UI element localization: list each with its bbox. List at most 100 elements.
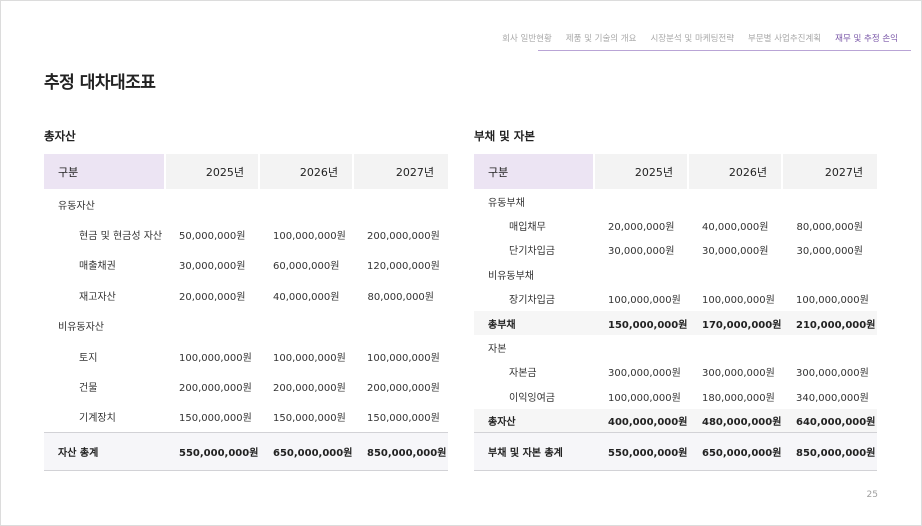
cell-value: 100,000,000원: [702, 295, 775, 307]
table-row: 재고자산 20,000,000원 40,000,000원 80,000,000원: [44, 280, 448, 310]
row-label: 자본금: [509, 368, 537, 380]
row-label: 건물: [79, 383, 98, 395]
table-row: 유동부채: [474, 189, 877, 213]
cell-value: 180,000,000원: [702, 392, 775, 404]
cell-value: [165, 189, 259, 219]
cell-value: [353, 189, 448, 219]
cell-value: 200,000,000원: [273, 383, 346, 395]
cell-value: [782, 335, 877, 359]
cell-value: 850,000,000원: [782, 432, 877, 472]
table-row: 매입채무 20,000,000원 40,000,000원 80,000,000원: [474, 213, 877, 237]
cell-value: [259, 311, 353, 341]
row-label: 장기차입금: [509, 295, 555, 307]
table-row: 장기차입금 100,000,000원 100,000,000원 100,000,000…: [474, 287, 877, 311]
cell-value: [594, 262, 688, 286]
cell-value: 650,000,000원: [688, 432, 782, 472]
table-row: 현금 및 현금성 자산 50,000,000원 100,000,000원 200,00…: [44, 219, 448, 249]
cell-value: [165, 311, 259, 341]
cell-value: 650,000,000원: [259, 431, 353, 471]
row-label: 비유동부채: [488, 270, 534, 282]
assets-table: 구분 2025년 2026년 2027년 유동자산 현금 및 현금성 자산 50,0…: [44, 154, 448, 471]
cell-value: [353, 311, 448, 341]
cell-value: 300,000,000원: [702, 368, 775, 380]
row-label: 현금 및 현금성 자산: [79, 231, 163, 243]
header-2025: 2025년: [165, 154, 260, 189]
table-header-row: 구분 2025년 2026년 2027년: [474, 154, 877, 189]
row-label: 총부채: [474, 310, 594, 336]
row-label: 총자산: [474, 408, 594, 433]
row-label: 자산 총계: [44, 431, 165, 471]
liabilities-table: 구분 2025년 2026년 2027년 유동부채 매입채무 20,000,000원…: [474, 154, 877, 472]
cell-value: 340,000,000원: [796, 392, 869, 404]
cell-value: 30,000,000원: [796, 246, 863, 258]
nav-item-market[interactable]: 시장분석 및 마케팅전략: [643, 33, 741, 45]
cell-value: 640,000,000원: [782, 408, 877, 433]
cell-value: 100,000,000원: [179, 352, 252, 364]
liabilities-section-title: 부채 및 자본: [474, 129, 535, 143]
table-row: 자본금 300,000,000원 300,000,000원 300,000,000원: [474, 360, 877, 384]
cell-value: 40,000,000원: [273, 291, 340, 303]
header-2027: 2027년: [353, 154, 448, 189]
cell-value: [782, 189, 877, 213]
cell-value: 210,000,000원: [782, 310, 877, 336]
table-row: 자본: [474, 335, 877, 359]
cell-value: 100,000,000원: [273, 231, 346, 243]
cell-value: 50,000,000원: [179, 231, 246, 243]
assets-section-title: 총자산: [44, 129, 76, 143]
row-label: 재고자산: [79, 291, 116, 303]
nav-item-business-plan[interactable]: 부문별 사업추진계획: [741, 33, 828, 45]
row-label: 매입채무: [509, 222, 546, 234]
table-row: 건물 200,000,000원 200,000,000원 200,000,000원: [44, 371, 448, 401]
header-2026: 2026년: [259, 154, 354, 189]
table-row: 토지 100,000,000원 100,000,000원 100,000,000원: [44, 341, 448, 371]
cell-value: 550,000,000원: [594, 432, 688, 472]
cell-value: [594, 335, 688, 359]
header-category: 구분: [474, 154, 595, 189]
header-2025: 2025년: [594, 154, 689, 189]
table-row: 총자산 400,000,000원 480,000,000원 640,000,000원: [474, 408, 877, 433]
header-2027: 2027년: [782, 154, 877, 189]
cell-value: 100,000,000원: [608, 295, 681, 307]
cell-value: [259, 189, 353, 219]
nav-underline: [538, 50, 911, 51]
table-row: 자산 총계 550,000,000원 650,000,000원 850,000,000…: [44, 431, 448, 471]
table-row: 매출채권 30,000,000원 60,000,000원 120,000,000원: [44, 250, 448, 280]
row-label: 이익잉여금: [509, 392, 555, 404]
nav-item-company[interactable]: 회사 일반현황: [495, 33, 559, 45]
row-label: 토지: [79, 352, 98, 364]
row-label: 매출채권: [79, 261, 116, 273]
cell-value: 60,000,000원: [273, 261, 340, 273]
cell-value: 850,000,000원: [353, 431, 448, 471]
cell-value: 100,000,000원: [367, 352, 440, 364]
row-label: 부채 및 자본 총계: [474, 432, 594, 472]
row-label: 기계장치: [79, 413, 116, 425]
cell-value: 150,000,000원: [179, 413, 252, 425]
cell-value: 80,000,000원: [796, 222, 863, 234]
page-title: 추정 대차대조표: [44, 73, 156, 93]
cell-value: [688, 262, 782, 286]
cell-value: 400,000,000원: [594, 408, 688, 433]
cell-value: 30,000,000원: [179, 261, 246, 273]
nav-item-finance[interactable]: 재무 및 추정 손익: [828, 33, 905, 45]
cell-value: 20,000,000원: [179, 291, 246, 303]
cell-value: 150,000,000원: [367, 413, 440, 425]
cell-value: 170,000,000원: [688, 310, 782, 336]
nav-item-product[interactable]: 제품 및 기술의 개요: [559, 33, 644, 45]
table-row: 비유동자산: [44, 311, 448, 341]
cell-value: 200,000,000원: [367, 383, 440, 395]
table-row: 부채 및 자본 총계 550,000,000원 650,000,000원 850,00…: [474, 432, 877, 472]
cell-value: 100,000,000원: [608, 392, 681, 404]
cell-value: 30,000,000원: [702, 246, 769, 258]
cell-value: [688, 335, 782, 359]
cell-value: 300,000,000원: [608, 368, 681, 380]
cell-value: 200,000,000원: [367, 231, 440, 243]
cell-value: 150,000,000원: [273, 413, 346, 425]
cell-value: [782, 262, 877, 286]
cell-value: 480,000,000원: [688, 408, 782, 433]
cell-value: 200,000,000원: [179, 383, 252, 395]
cell-value: 120,000,000원: [367, 261, 440, 273]
row-label: 단기차입금: [509, 246, 555, 258]
cell-value: [594, 189, 688, 213]
table-row: 비유동부채: [474, 262, 877, 286]
cell-value: [688, 189, 782, 213]
